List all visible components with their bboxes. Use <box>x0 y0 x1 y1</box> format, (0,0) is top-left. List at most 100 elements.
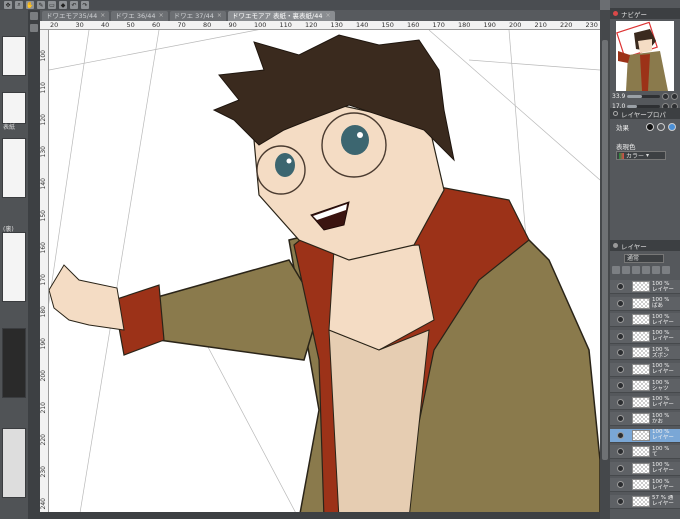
tab-page-36[interactable]: ドワエ 36/44 × <box>111 11 168 21</box>
close-icon[interactable]: × <box>159 11 164 21</box>
zoom-slider[interactable] <box>627 94 660 98</box>
layer-row[interactable]: 100 % レイヤー <box>610 395 680 410</box>
close-icon[interactable]: × <box>325 11 330 21</box>
layer-row[interactable]: 57 % 通レイヤー <box>610 494 680 509</box>
zoom-out-button[interactable] <box>662 92 669 100</box>
illustration <box>49 30 600 519</box>
navigator-preview[interactable] <box>616 21 674 91</box>
fill-icon[interactable]: ◆ <box>59 1 67 9</box>
undo-icon[interactable]: ↶ <box>70 1 78 9</box>
layer-thumbnail <box>632 396 650 408</box>
expression-color-select[interactable]: カラー ▾ <box>616 151 666 160</box>
page-thumbnail[interactable]: 表紙 <box>2 92 26 131</box>
page-thumbnail[interactable] <box>2 428 26 498</box>
clip-icon[interactable] <box>642 266 650 274</box>
layer-name: シャツ <box>652 385 669 392</box>
pen-icon[interactable]: ✎ <box>37 1 45 9</box>
layer-opacity: 100 % <box>652 379 670 386</box>
chevron-down-icon: ▾ <box>646 152 650 159</box>
color-swatch-icon <box>619 152 624 159</box>
visibility-eye-icon[interactable] <box>617 415 624 422</box>
layer-text: 57 % 通レイヤー <box>652 495 674 507</box>
visibility-eye-icon[interactable] <box>617 448 624 455</box>
visibility-eye-icon[interactable] <box>617 316 624 323</box>
color-effect-button[interactable] <box>668 123 676 131</box>
layer-name: レイヤー <box>652 369 674 375</box>
redo-icon[interactable]: ↷ <box>81 1 89 9</box>
ruler-icon[interactable] <box>30 24 38 32</box>
tab-cover[interactable]: ドワエモアア 表紙・裏表紙/44 × <box>227 11 335 21</box>
right-eye <box>341 125 369 155</box>
ruler-tick-label: 210 <box>534 21 547 29</box>
layer-thumbnail <box>632 446 650 457</box>
ruler-tick-label: 70 <box>177 21 186 29</box>
layer-row[interactable]: 100 % シャツ <box>610 379 680 393</box>
close-icon[interactable]: × <box>100 11 105 21</box>
drawing-canvas[interactable] <box>49 30 600 519</box>
layer-row[interactable]: 100 % レイヤー <box>610 329 680 344</box>
border-effect-button[interactable] <box>657 123 665 131</box>
ruler-tick-label: 50 <box>126 21 135 29</box>
page-thumbnail[interactable] <box>2 36 26 76</box>
layer-row[interactable]: 100 % かお <box>610 412 680 426</box>
visibility-eye-icon[interactable] <box>617 365 624 373</box>
layer-row[interactable]: 100 % レイヤー <box>610 280 680 294</box>
eraser-icon[interactable]: ▭ <box>48 1 56 9</box>
layer-opacity: 100 % <box>652 445 670 452</box>
layer-row[interactable]: 100 % レイヤー <box>610 461 680 476</box>
new-layer-icon[interactable] <box>612 266 620 274</box>
zoom-icon[interactable]: ⌕ <box>15 1 23 9</box>
layer-name: レイヤー <box>652 435 674 441</box>
visibility-eye-icon[interactable] <box>617 481 624 488</box>
visibility-eye-icon[interactable] <box>617 349 624 356</box>
mask-icon[interactable] <box>662 266 670 274</box>
page-thumbnail[interactable]: (裏) <box>2 226 26 302</box>
page-thumbnail[interactable] <box>2 328 26 398</box>
layer-row[interactable]: 100 % レイヤー <box>610 428 680 443</box>
ruler-tick-label: 170 <box>40 274 47 286</box>
visibility-eye-icon[interactable] <box>617 382 624 389</box>
right-eye-highlight <box>357 132 363 138</box>
zoom-in-button[interactable] <box>671 92 678 100</box>
layer-row[interactable]: 100 % レイヤー <box>610 313 680 327</box>
folder-icon[interactable] <box>622 266 630 274</box>
effect-row: 効果 <box>616 122 676 132</box>
visibility-eye-icon[interactable] <box>617 431 624 439</box>
layer-row[interactable]: 100 % レイヤー <box>610 478 680 492</box>
layer-text: 100 % レイヤー <box>652 314 674 326</box>
ruler-tick-label: 80 <box>203 21 212 29</box>
visibility-eye-icon[interactable] <box>617 283 624 290</box>
move-icon[interactable]: ✥ <box>4 1 12 9</box>
visibility-eye-icon[interactable] <box>617 398 624 406</box>
layer-name: レイヤー <box>652 484 674 491</box>
page-thumbnail[interactable] <box>2 138 26 198</box>
canvas-vertical-scrollbar[interactable] <box>600 10 610 519</box>
expression-color-label: 表現色 <box>616 143 636 151</box>
layer-row[interactable]: 100 % ズボン <box>610 346 680 360</box>
lock-icon[interactable] <box>632 266 640 274</box>
reference-icon[interactable] <box>652 266 660 274</box>
visibility-eye-icon[interactable] <box>617 299 624 307</box>
grid-icon[interactable] <box>30 12 38 20</box>
ruler-tick-label: 220 <box>560 21 573 29</box>
visibility-eye-icon[interactable] <box>617 464 624 472</box>
scrollbar-thumb[interactable] <box>602 40 608 460</box>
tab-page-35[interactable]: ドワエモア35/44 × <box>42 11 110 21</box>
layer-thumbnail <box>632 380 650 391</box>
layer-name: レイヤー <box>652 501 674 507</box>
blend-mode-select[interactable]: 通常 <box>624 254 664 263</box>
effect-off-button[interactable] <box>646 123 654 131</box>
layer-row[interactable]: 100 % レイヤー <box>610 362 680 377</box>
ruler-tick-label: 40 <box>101 21 110 29</box>
navigator-panel: ナビゲー 33.9 17.0 <box>610 8 680 110</box>
layer-row[interactable]: 100 % ばあ <box>610 296 680 311</box>
layer-row[interactable]: 100 % て <box>610 445 680 459</box>
tab-page-37[interactable]: ドワエ 37/44 × <box>169 11 226 21</box>
visibility-eye-icon[interactable] <box>617 497 624 505</box>
tab-label: ドワエ 36/44 <box>115 12 156 20</box>
visibility-eye-icon[interactable] <box>617 332 624 340</box>
layer-text: 100 % レイヤー <box>652 330 674 342</box>
hand-icon[interactable]: ✋ <box>26 1 34 9</box>
close-icon[interactable]: × <box>217 11 222 21</box>
layer-text: 100 % シャツ <box>652 380 669 392</box>
